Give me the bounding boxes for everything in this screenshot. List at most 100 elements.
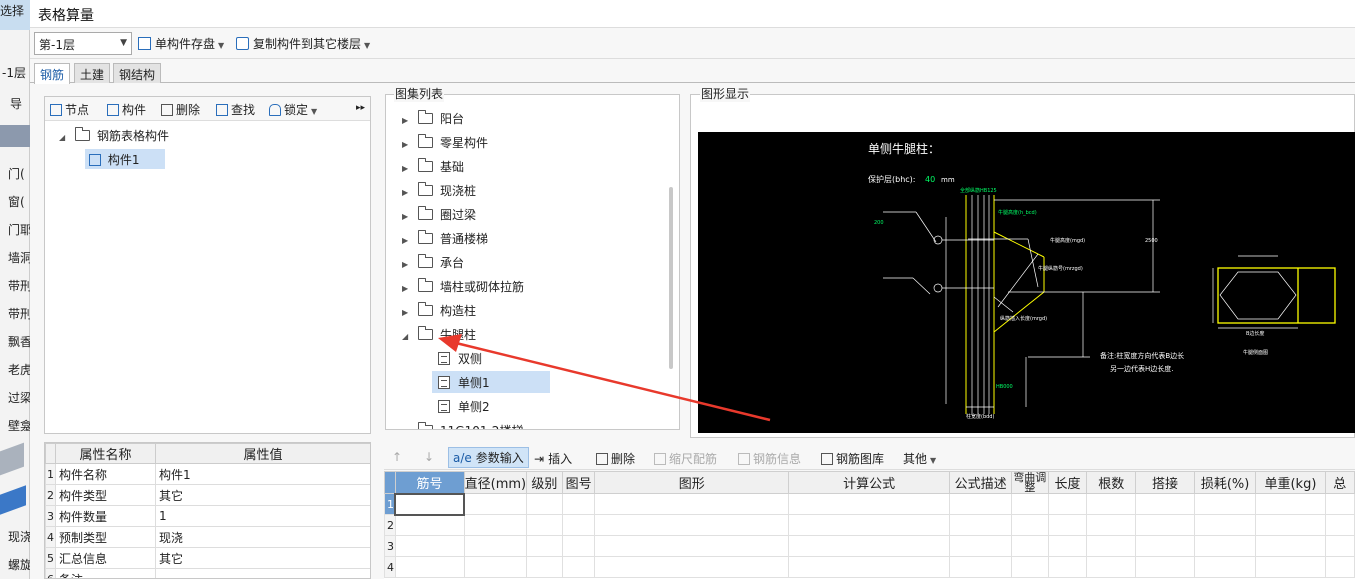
- catalog-folder-item[interactable]: ▶ 圈过梁: [402, 203, 662, 225]
- rebar-library-button[interactable]: 钢筋图库: [821, 450, 884, 467]
- table-row[interactable]: 6备注: [45, 568, 370, 578]
- catalog-folder-item[interactable]: ▶ 普通楼梯: [402, 227, 662, 249]
- grid-cell[interactable]: [463, 535, 528, 557]
- grid-header-cell[interactable]: 直径(mm): [463, 471, 528, 494]
- catalog-leaf-item[interactable]: 双侧: [432, 347, 532, 369]
- table-row[interactable]: 2 构件类型 其它: [45, 484, 370, 506]
- grid-cell[interactable]: [526, 556, 563, 578]
- add-node-button[interactable]: 节点: [50, 101, 89, 118]
- table-row[interactable]: 4: [384, 556, 1355, 578]
- grid-cell[interactable]: [1255, 556, 1326, 578]
- grid-cell[interactable]: [949, 493, 1012, 515]
- grid-cell[interactable]: [463, 493, 528, 515]
- catalog-leaf-item[interactable]: 单侧2: [432, 395, 532, 417]
- find-button[interactable]: 查找: [216, 101, 255, 118]
- grid-cell[interactable]: [561, 556, 596, 578]
- grid-cell[interactable]: [788, 556, 951, 578]
- grid-cell[interactable]: [1135, 535, 1195, 557]
- grid-header-cell[interactable]: 公式描述: [949, 471, 1012, 494]
- grid-cell[interactable]: [1255, 535, 1326, 557]
- grid-cell[interactable]: [1010, 514, 1049, 536]
- more-icon[interactable]: ▸▸: [356, 103, 365, 113]
- grid-cell[interactable]: [788, 514, 951, 536]
- grid-cell[interactable]: [1047, 514, 1088, 536]
- grid-cell[interactable]: [1135, 556, 1195, 578]
- grid-cell[interactable]: [394, 535, 465, 557]
- table-row[interactable]: 4 预制类型 现浇: [45, 526, 370, 548]
- tab-rebar[interactable]: 钢筋: [34, 63, 71, 84]
- grid-cell[interactable]: [526, 535, 563, 557]
- rebar-info-button[interactable]: 钢筋信息: [738, 450, 801, 467]
- bg-item[interactable]: -1层: [2, 64, 32, 81]
- grid-cell[interactable]: [1324, 556, 1355, 578]
- grid-cell[interactable]: [1324, 493, 1355, 515]
- tab-steel[interactable]: 钢结构: [113, 63, 162, 83]
- grid-header-cell[interactable]: 长度: [1047, 471, 1088, 494]
- grid-cell[interactable]: [949, 556, 1012, 578]
- grid-cell[interactable]: [1193, 493, 1257, 515]
- grid-header-cell[interactable]: 图号: [561, 471, 596, 494]
- grid-header-cell[interactable]: 计算公式: [788, 471, 951, 494]
- grid-header-cell[interactable]: 筋号: [394, 471, 465, 494]
- grid-cell[interactable]: [561, 493, 596, 515]
- catalog-folder-item[interactable]: ▶ 现浇桩: [402, 179, 662, 201]
- grid-cell[interactable]: [949, 514, 1012, 536]
- grid-cell[interactable]: [1086, 535, 1137, 557]
- grid-header-cell[interactable]: 图形: [594, 471, 790, 494]
- save-component-button[interactable]: 单构件存盘 ▼: [138, 35, 224, 52]
- tree-item-component[interactable]: 构件1: [85, 149, 165, 169]
- grid-cell[interactable]: [1086, 556, 1137, 578]
- grid-cell[interactable]: [1255, 493, 1326, 515]
- lock-button[interactable]: 锁定 ▼: [269, 101, 317, 118]
- property-value[interactable]: 构件1: [155, 463, 370, 485]
- grid-cell[interactable]: [463, 514, 528, 536]
- catalog-folder-item[interactable]: ▶ 承台: [402, 251, 662, 273]
- move-up-button[interactable]: ↑: [392, 450, 402, 464]
- table-row[interactable]: 1: [384, 492, 1355, 516]
- grid-cell[interactable]: [1135, 514, 1195, 536]
- property-value[interactable]: 其它: [155, 547, 370, 569]
- grid-cell[interactable]: [1047, 535, 1088, 557]
- grid-cell[interactable]: [393, 492, 466, 516]
- grid-header-cell[interactable]: 搭接: [1135, 471, 1195, 494]
- catalog-folder-item[interactable]: ◢ 牛腿柱: [402, 323, 662, 345]
- catalog-leaf-item[interactable]: 单侧1: [432, 371, 550, 393]
- copy-to-floors-button[interactable]: 复制构件到其它楼层 ▼: [236, 35, 370, 52]
- grid-header-cell[interactable]: 损耗(%): [1193, 471, 1257, 494]
- grid-header-cell[interactable]: 级别: [526, 471, 563, 494]
- grid-cell[interactable]: [788, 493, 951, 515]
- grid-cell[interactable]: [1010, 535, 1049, 557]
- property-value[interactable]: [155, 568, 370, 578]
- grid-cell[interactable]: [526, 493, 563, 515]
- grid-cell[interactable]: [394, 556, 465, 578]
- grid-cell[interactable]: [1193, 535, 1257, 557]
- param-input-button[interactable]: a/e 参数输入: [448, 447, 529, 468]
- grid-cell[interactable]: [1324, 535, 1355, 557]
- grid-cell[interactable]: [1135, 493, 1195, 515]
- catalog-folder-item[interactable]: ▶ 零星构件: [402, 131, 662, 153]
- grid-cell[interactable]: [561, 535, 596, 557]
- catalog-folder-item[interactable]: ▶ 11G101-2楼梯: [402, 419, 662, 429]
- table-row[interactable]: 5 汇总信息 其它: [45, 547, 370, 569]
- property-value[interactable]: 1: [155, 505, 370, 527]
- grid-cell[interactable]: [594, 493, 790, 515]
- grid-cell[interactable]: [1010, 556, 1049, 578]
- grid-cell[interactable]: [949, 535, 1012, 557]
- floor-select[interactable]: 第-1层 ▼: [34, 32, 132, 55]
- table-row[interactable]: 2: [384, 514, 1355, 536]
- grid-cell[interactable]: [394, 514, 465, 536]
- catalog-folder-item[interactable]: ▶ 阳台: [402, 107, 662, 129]
- move-down-button[interactable]: ↓: [424, 450, 434, 464]
- grid-cell[interactable]: [1086, 493, 1137, 515]
- grid-cell[interactable]: [1193, 514, 1257, 536]
- scale-rebar-button[interactable]: 缩尺配筋: [654, 450, 717, 467]
- grid-cell[interactable]: [1193, 556, 1257, 578]
- property-value[interactable]: 现浇: [155, 526, 370, 548]
- grid-header-cell[interactable]: 弯曲调整: [1010, 471, 1049, 494]
- grid-cell[interactable]: [594, 535, 790, 557]
- grid-header-cell[interactable]: 根数: [1086, 471, 1137, 494]
- delete-button[interactable]: 删除: [161, 101, 200, 118]
- tab-civil[interactable]: 土建: [74, 63, 111, 83]
- table-row[interactable]: 1 构件名称 构件1: [45, 463, 370, 485]
- table-row[interactable]: 3 构件数量 1: [45, 505, 370, 527]
